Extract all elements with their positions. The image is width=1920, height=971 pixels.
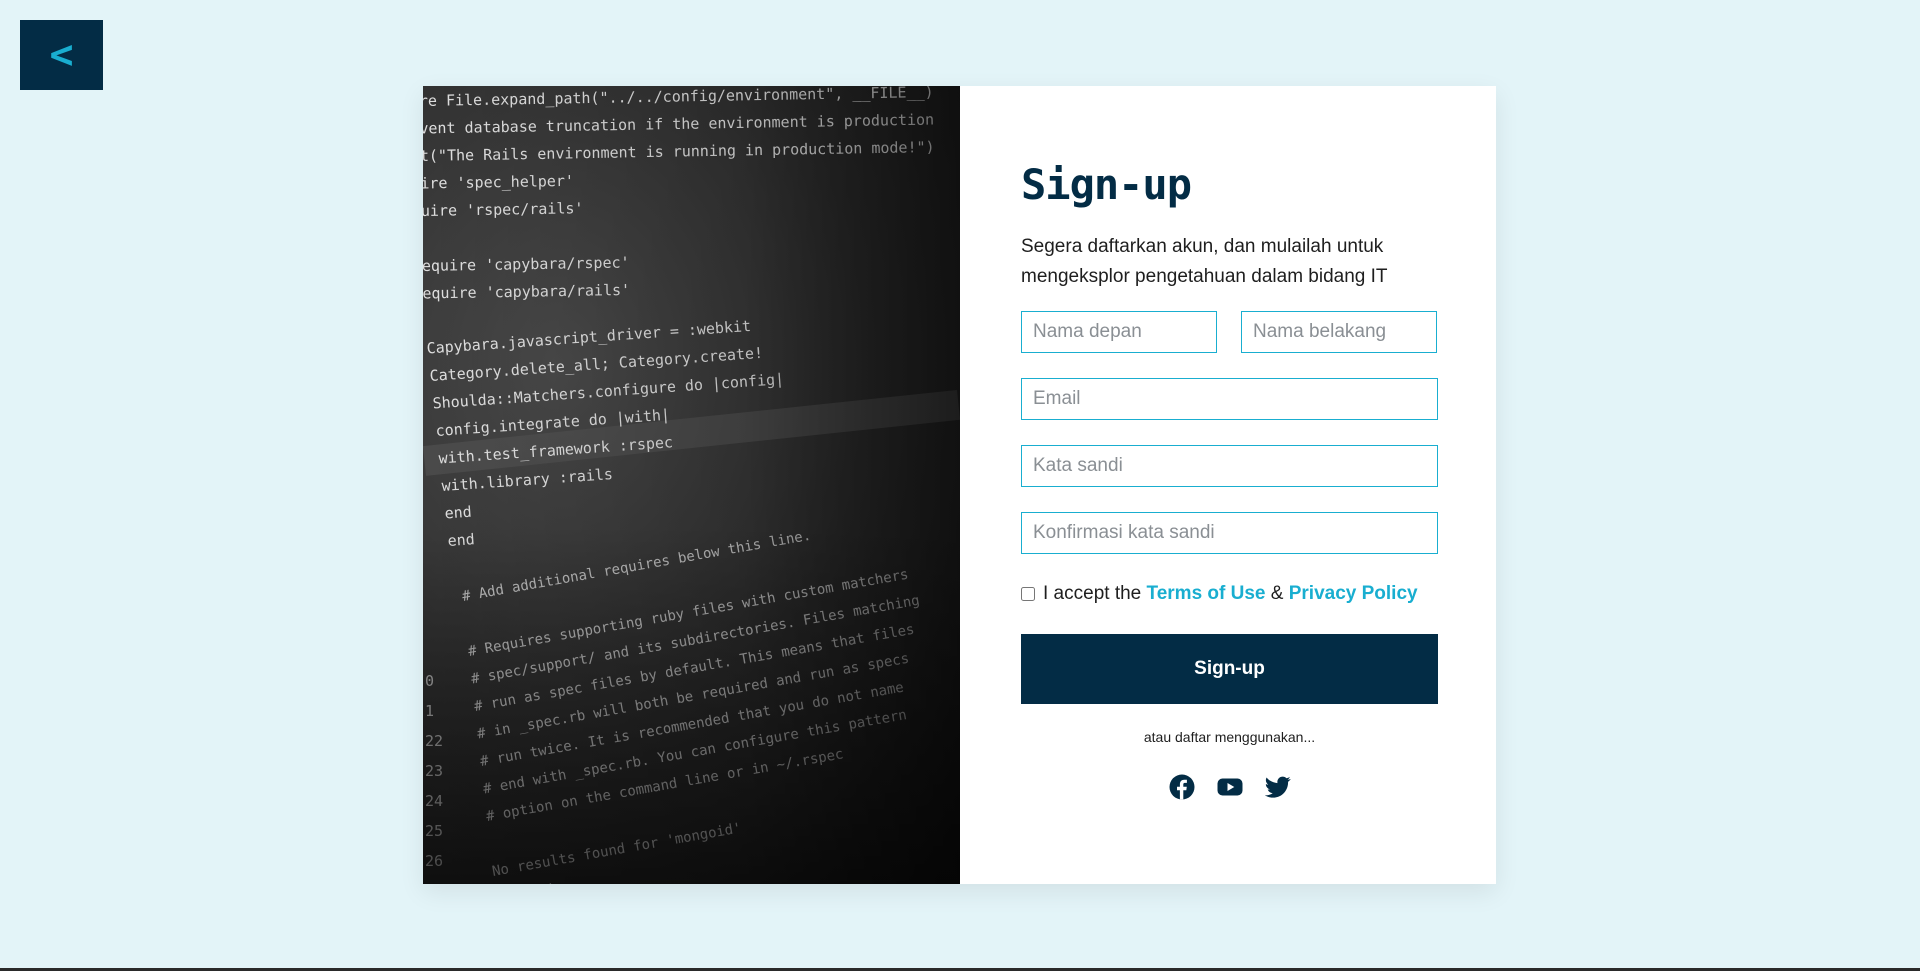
facebook-icon[interactable] [1169, 774, 1195, 800]
back-button[interactable]: < [20, 20, 103, 90]
code-screen-graphic: re File.expand_path("../../config/enviro… [423, 86, 960, 884]
code-screen-image: re File.expand_path("../../config/enviro… [423, 86, 960, 884]
signup-form: Sign-up Segera daftarkan akun, dan mulai… [960, 86, 1496, 884]
terms-prefix: I accept the [1043, 583, 1142, 604]
signup-card: re File.expand_path("../../config/enviro… [423, 86, 1496, 884]
email-input[interactable] [1021, 378, 1438, 420]
alt-signup-text: atau daftar menggunakan... [1143, 729, 1316, 745]
signup-button[interactable]: Sign-up [1021, 634, 1438, 704]
terms-ampersand: & [1270, 583, 1284, 604]
social-signup-row [1021, 774, 1438, 800]
confirm-password-input[interactable] [1021, 512, 1438, 554]
terms-checkbox[interactable] [1021, 587, 1035, 601]
form-title: Sign-up [1021, 160, 1192, 209]
terms-of-use-link[interactable]: Terms of Use [1147, 583, 1266, 605]
last-name-input[interactable] [1241, 311, 1437, 353]
form-subtitle: Segera daftarkan akun, dan mulailah untu… [1021, 236, 1388, 287]
first-name-input[interactable] [1021, 311, 1217, 353]
privacy-policy-link[interactable]: Privacy Policy [1289, 583, 1418, 605]
password-input[interactable] [1021, 445, 1438, 487]
youtube-icon[interactable] [1217, 774, 1243, 800]
twitter-icon[interactable] [1264, 774, 1291, 800]
terms-row: I accept the Terms of Use & Privacy Poli… [1021, 583, 1418, 605]
